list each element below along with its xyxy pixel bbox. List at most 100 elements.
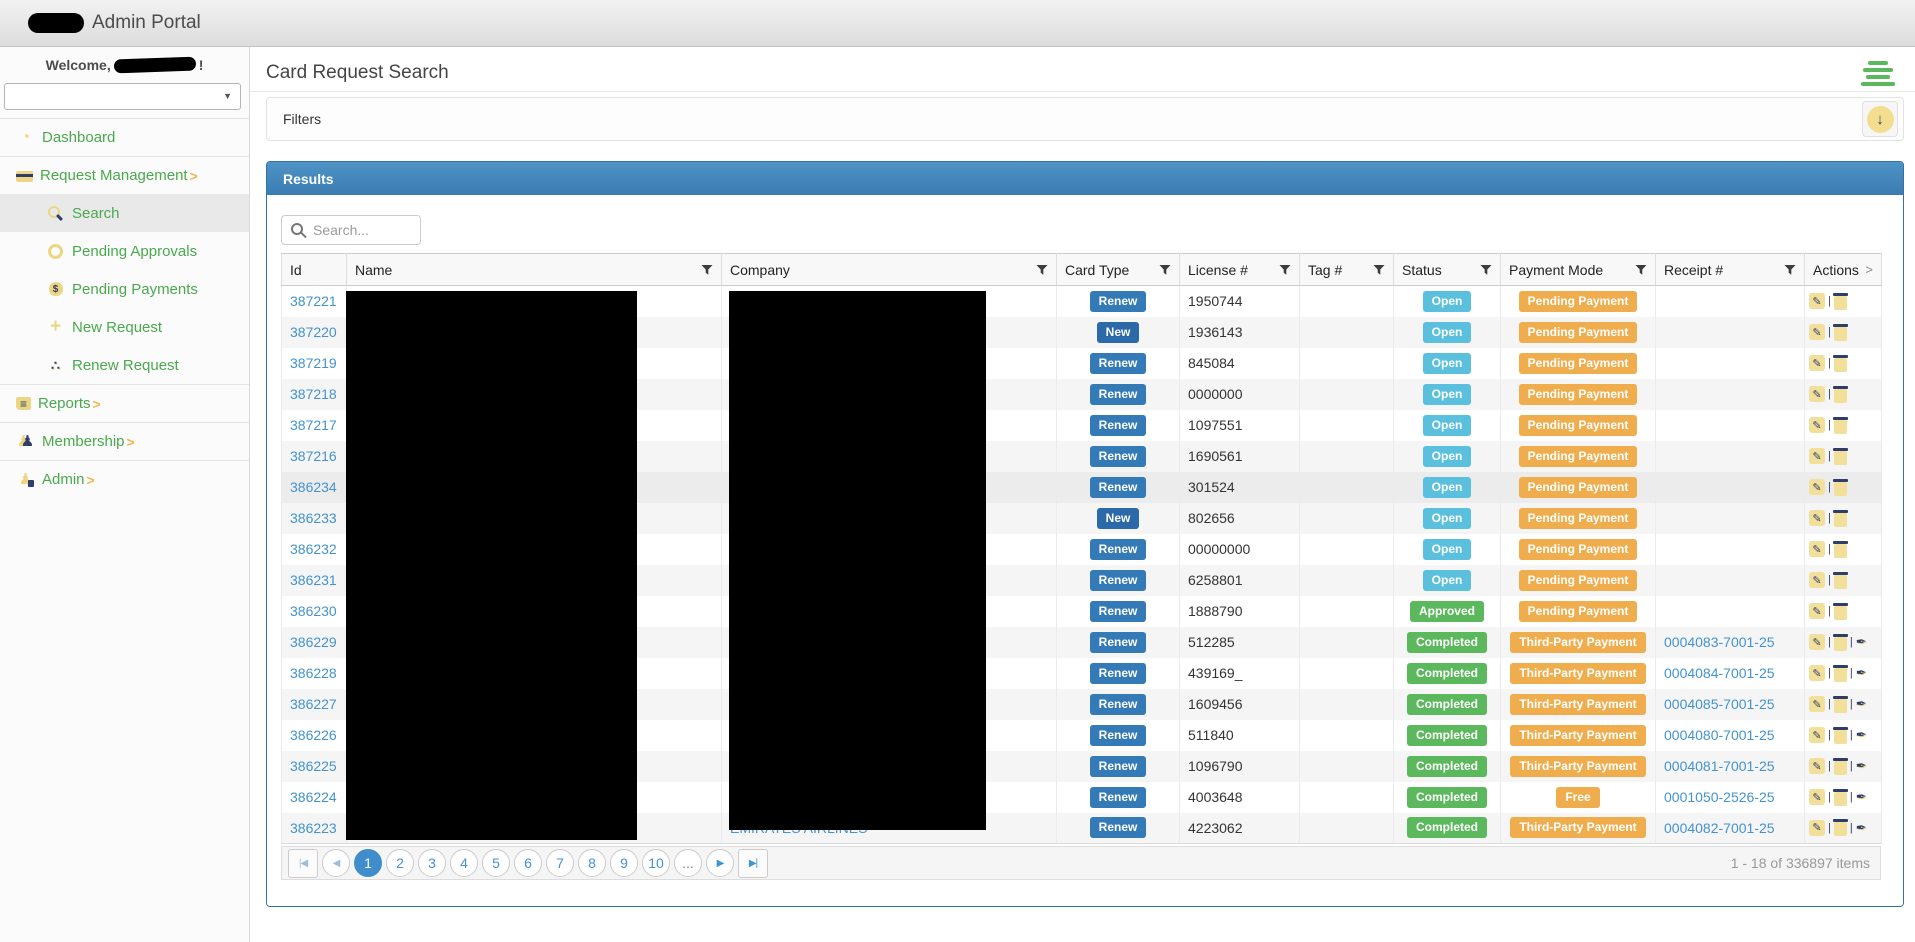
request-id-link[interactable]: 387219 xyxy=(290,355,337,371)
trash-icon[interactable] xyxy=(1832,695,1848,713)
column-header-status[interactable]: Status xyxy=(1393,253,1501,286)
sign-icon[interactable]: ✒ xyxy=(1856,635,1867,649)
request-id-link[interactable]: 386233 xyxy=(290,510,337,526)
receipt-link[interactable]: 0004082-7001-25 xyxy=(1664,820,1775,836)
edit-icon[interactable]: ✎ xyxy=(1809,634,1825,650)
request-id-link[interactable]: 386232 xyxy=(290,541,337,557)
edit-icon[interactable]: ✎ xyxy=(1809,355,1825,371)
receipt-link[interactable]: 0004083-7001-25 xyxy=(1664,634,1775,650)
sidebar-item-membership[interactable]: Membership> xyxy=(0,422,249,460)
filter-funnel-icon[interactable] xyxy=(1480,264,1492,276)
sign-icon[interactable]: ✒ xyxy=(1856,820,1867,835)
trash-icon[interactable] xyxy=(1832,354,1848,372)
sign-icon[interactable]: ✒ xyxy=(1856,666,1867,680)
sidebar-item-pending-approvals[interactable]: Pending Approvals xyxy=(0,232,249,270)
receipt-link[interactable]: 0001050-2526-25 xyxy=(1664,789,1775,805)
page-button-8[interactable]: 8 xyxy=(578,849,606,877)
column-header-name[interactable]: Name xyxy=(346,253,722,286)
edit-icon[interactable]: ✎ xyxy=(1809,417,1825,433)
sign-icon[interactable]: ✒ xyxy=(1856,697,1867,711)
trash-icon[interactable] xyxy=(1832,757,1848,775)
request-id-link[interactable]: 386230 xyxy=(290,603,337,619)
edit-icon[interactable]: ✎ xyxy=(1809,696,1825,712)
trash-icon[interactable] xyxy=(1832,447,1848,465)
trash-icon[interactable] xyxy=(1832,819,1848,837)
trash-icon[interactable] xyxy=(1832,416,1848,434)
column-header-company[interactable]: Company xyxy=(721,253,1057,286)
trash-icon[interactable] xyxy=(1832,664,1848,682)
sidebar-item-request-management[interactable]: Request Management > xyxy=(0,156,249,194)
request-id-link[interactable]: 386225 xyxy=(290,758,337,774)
receipt-link[interactable]: 0004084-7001-25 xyxy=(1664,665,1775,681)
request-id-link[interactable]: 387216 xyxy=(290,448,337,464)
column-header-card-type[interactable]: Card Type xyxy=(1056,253,1180,286)
receipt-link[interactable]: 0004081-7001-25 xyxy=(1664,758,1775,774)
trash-icon[interactable] xyxy=(1832,602,1848,620)
edit-icon[interactable]: ✎ xyxy=(1809,727,1825,743)
trash-icon[interactable] xyxy=(1832,509,1848,527)
request-id-link[interactable]: 387220 xyxy=(290,324,337,340)
edit-icon[interactable]: ✎ xyxy=(1809,819,1825,836)
trash-icon[interactable] xyxy=(1832,292,1848,310)
page-button-5[interactable]: 5 xyxy=(482,849,510,877)
edit-icon[interactable]: ✎ xyxy=(1809,510,1825,526)
page-button-7[interactable]: 7 xyxy=(546,849,574,877)
sidebar-dropdown[interactable]: ▼ xyxy=(4,83,241,110)
filter-funnel-icon[interactable] xyxy=(1635,264,1647,276)
filter-funnel-icon[interactable] xyxy=(1279,264,1291,276)
request-id-link[interactable]: 386224 xyxy=(290,789,337,805)
edit-icon[interactable]: ✎ xyxy=(1809,448,1825,464)
trash-icon[interactable] xyxy=(1832,385,1848,403)
filter-funnel-icon[interactable] xyxy=(1784,264,1796,276)
column-header-receipt[interactable]: Receipt # xyxy=(1655,253,1805,286)
column-header-actions[interactable]: Actions > xyxy=(1804,253,1882,286)
filter-funnel-icon[interactable] xyxy=(1373,264,1385,276)
filter-funnel-icon[interactable] xyxy=(701,264,713,276)
sidebar-item-reports[interactable]: Reports> xyxy=(0,384,249,422)
page-button-3[interactable]: 3 xyxy=(418,849,446,877)
filters-expand-button[interactable]: ↓ xyxy=(1862,101,1898,137)
trash-icon[interactable] xyxy=(1832,571,1848,589)
sidebar-item-search[interactable]: Search xyxy=(0,194,249,232)
sign-icon[interactable]: ✒ xyxy=(1856,759,1867,773)
request-id-link[interactable]: 386226 xyxy=(290,727,337,743)
column-header-license[interactable]: License # xyxy=(1179,253,1300,286)
edit-icon[interactable]: ✎ xyxy=(1809,572,1825,588)
page-button-9[interactable]: 9 xyxy=(610,849,638,877)
sign-icon[interactable]: ✒ xyxy=(1856,728,1867,742)
page-button-10[interactable]: 10 xyxy=(642,849,670,877)
more-pages-button[interactable]: ... xyxy=(674,849,702,877)
page-button-1[interactable]: 1 xyxy=(354,849,382,877)
first-page-button[interactable]: |◀ xyxy=(288,848,318,878)
request-id-link[interactable]: 386229 xyxy=(290,634,337,650)
edit-icon[interactable]: ✎ xyxy=(1809,603,1825,619)
edit-icon[interactable]: ✎ xyxy=(1809,665,1825,681)
column-header-id[interactable]: Id xyxy=(281,253,347,286)
trash-icon[interactable] xyxy=(1832,788,1848,806)
sidebar-item-new-request[interactable]: New Request xyxy=(0,308,249,346)
last-page-button[interactable]: ▶| xyxy=(738,848,768,878)
sign-icon[interactable]: ✒ xyxy=(1856,790,1867,804)
trash-icon[interactable] xyxy=(1832,633,1848,651)
sidebar-item-pending-payments[interactable]: Pending Payments xyxy=(0,270,249,308)
column-header-payment-mode[interactable]: Payment Mode xyxy=(1500,253,1656,286)
request-id-link[interactable]: 386234 xyxy=(290,479,337,495)
receipt-link[interactable]: 0004085-7001-25 xyxy=(1664,696,1775,712)
request-id-link[interactable]: 386231 xyxy=(290,572,337,588)
request-id-link[interactable]: 386227 xyxy=(290,696,337,712)
edit-icon[interactable]: ✎ xyxy=(1809,541,1825,557)
edit-icon[interactable]: ✎ xyxy=(1809,479,1825,495)
sidebar-item-admin[interactable]: Admin> xyxy=(0,460,249,498)
page-button-6[interactable]: 6 xyxy=(514,849,542,877)
trash-icon[interactable] xyxy=(1832,540,1848,558)
edit-icon[interactable]: ✎ xyxy=(1809,758,1825,774)
edit-icon[interactable]: ✎ xyxy=(1809,386,1825,402)
trash-icon[interactable] xyxy=(1832,478,1848,496)
trash-icon[interactable] xyxy=(1832,726,1848,744)
request-id-link[interactable]: 387217 xyxy=(290,417,337,433)
receipt-link[interactable]: 0004080-7001-25 xyxy=(1664,727,1775,743)
edit-icon[interactable]: ✎ xyxy=(1809,324,1825,340)
request-id-link[interactable]: 387218 xyxy=(290,386,337,402)
trash-icon[interactable] xyxy=(1832,323,1848,341)
page-button-4[interactable]: 4 xyxy=(450,849,478,877)
